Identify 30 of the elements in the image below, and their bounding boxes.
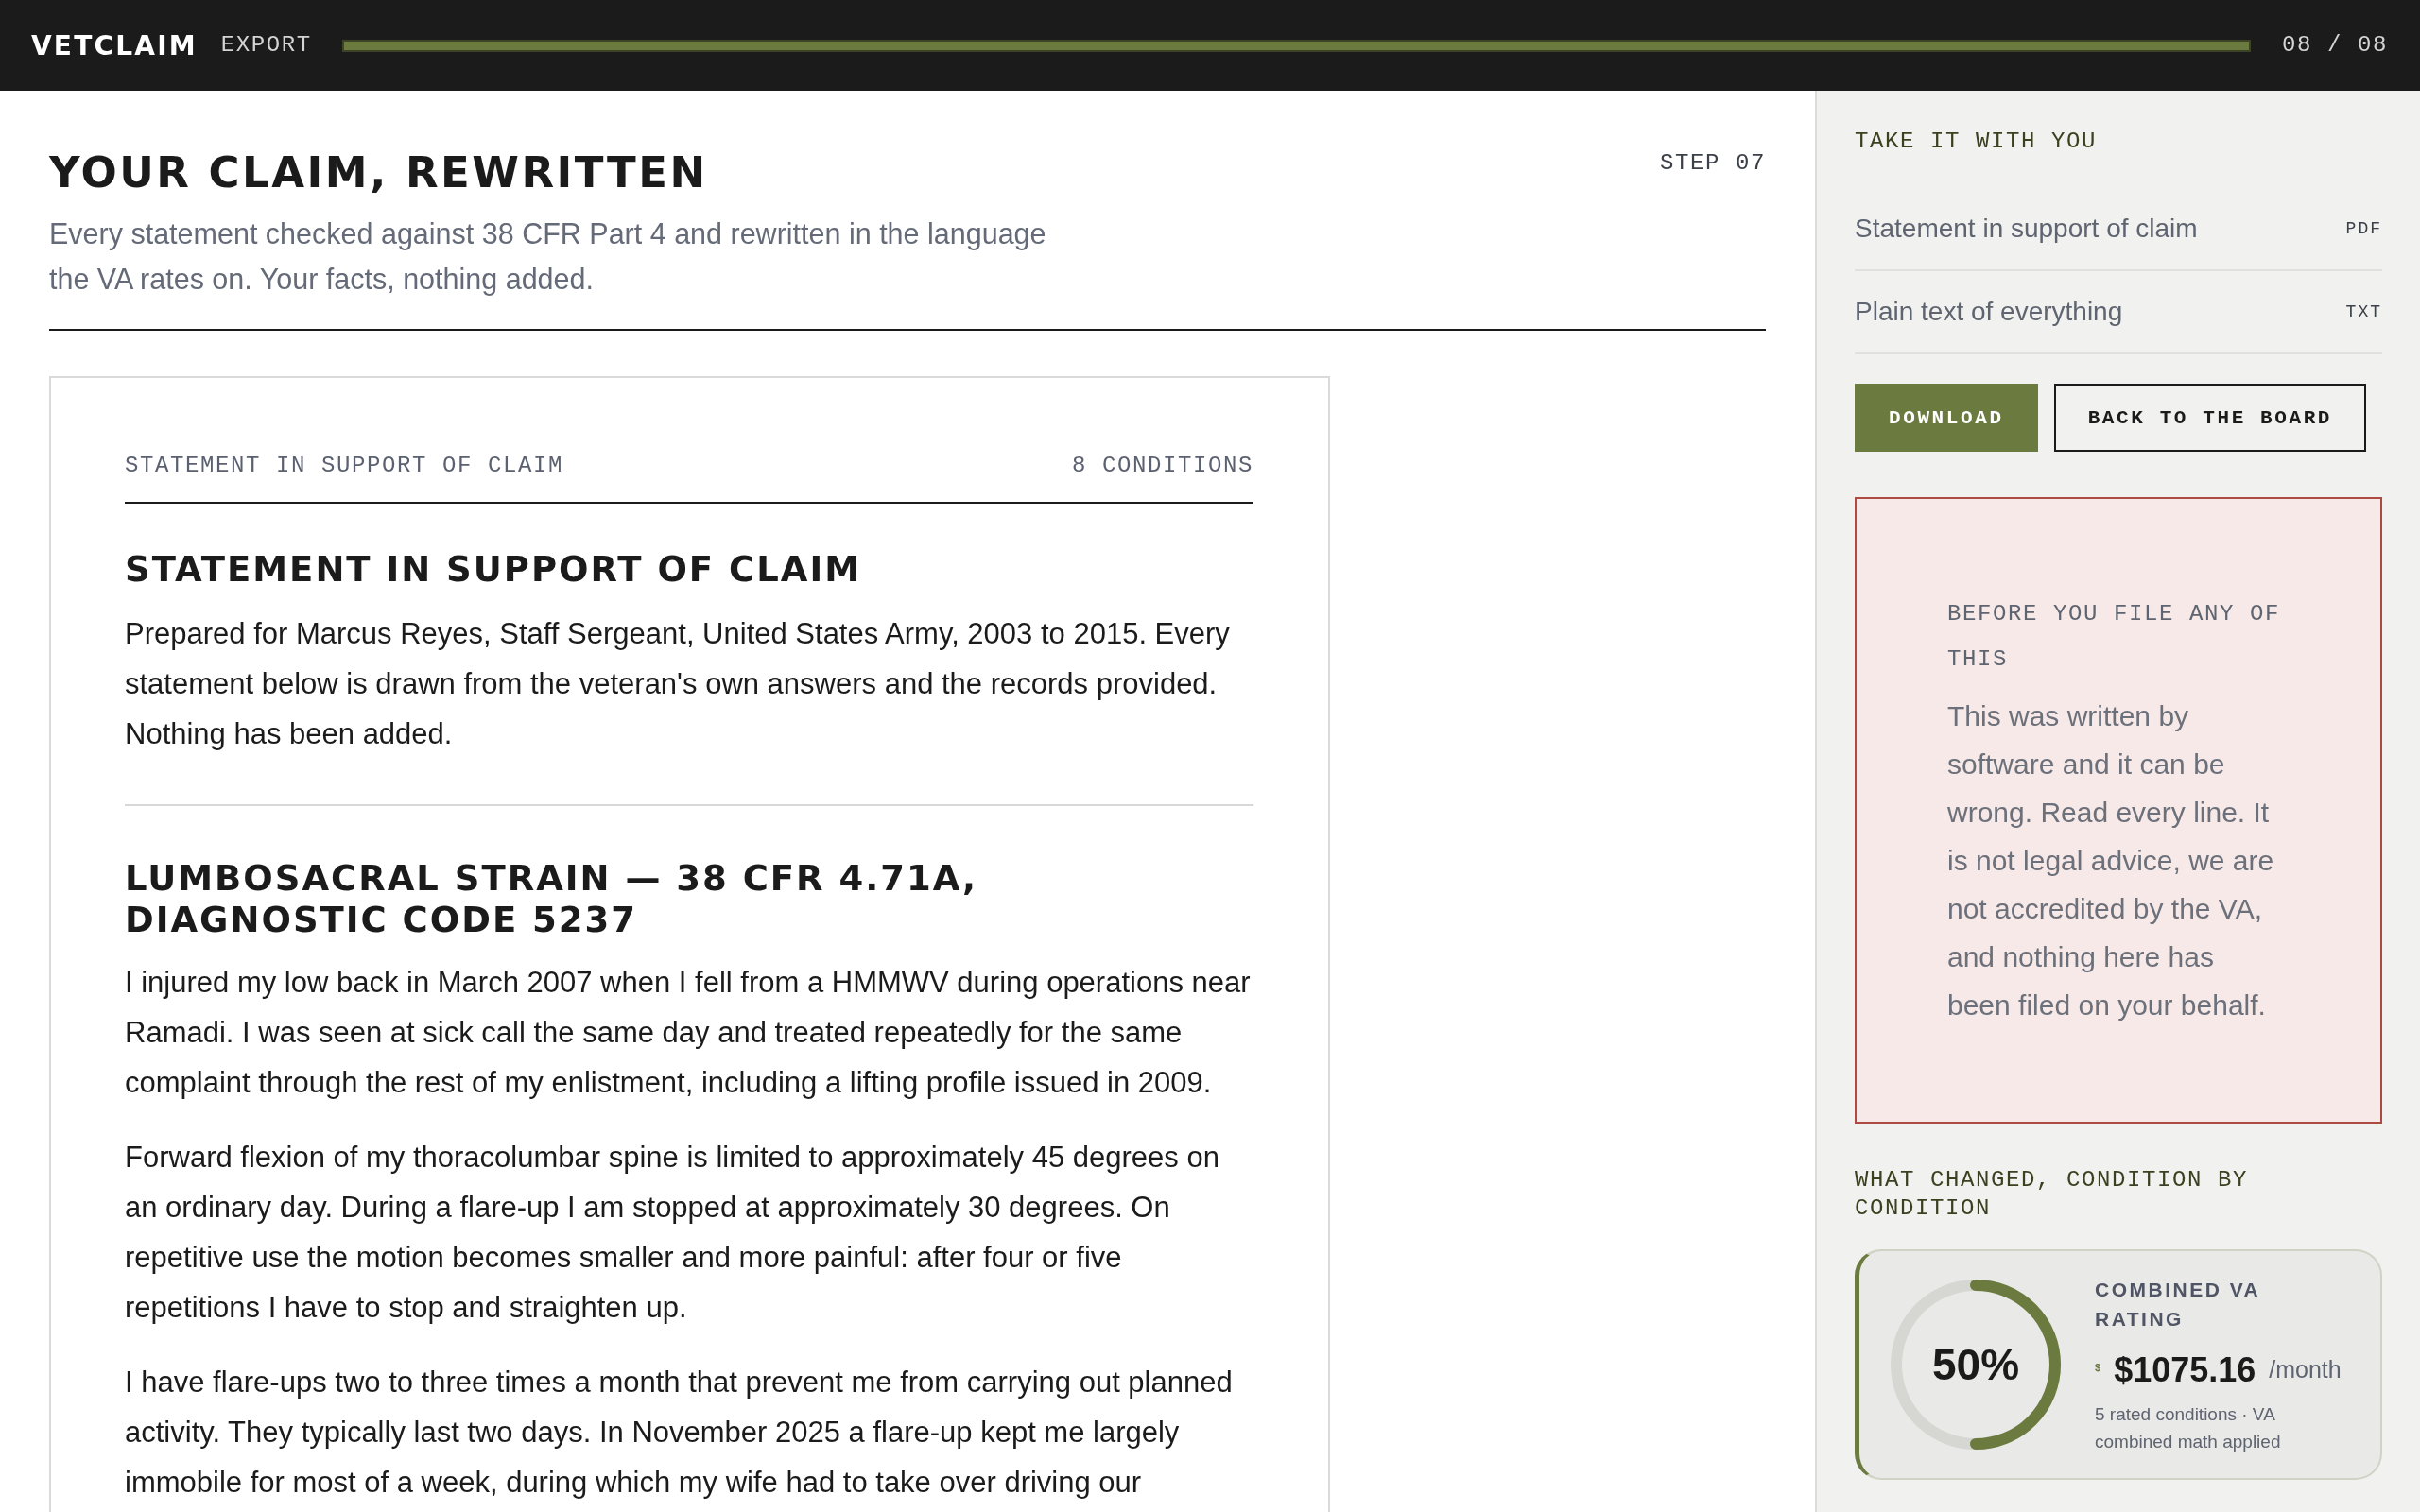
body-paragraph: Forward flexion of my thoracolumbar spine is limited to approximately 45 degrees on an ordinary day. During a flare-up I am stopped at approximately 30 degrees. On repetitive use the motion becomes smaller and more painful: after four or five repetitions I have to stop and straighten up. (125, 1140, 1220, 1326)
rating-note: 5 rated conditions · VA combined math applied (2095, 1402, 2282, 1453)
panel-heading: TAKE IT WITH YOU (1855, 128, 2099, 156)
logo: VETCLAIM (31, 29, 198, 61)
document-label: STATEMENT IN SUPPORT OF CLAIM (125, 452, 564, 480)
file-format: TXT (2345, 302, 2382, 321)
body-paragraph: I injured my low back in March 2007 when I fell from a HMMWV during operations near Ramadi. I was seen at sick call the same day and treated repeatedly for the same complaint through the rest of my enlistment, including a lifting profile issued in 2009. (125, 965, 1252, 1101)
currency-symbol: $ (2095, 1361, 2101, 1373)
condition-count: 8 CONDITIONS (1071, 452, 1253, 480)
step-counter: 08 / 08 (2281, 31, 2388, 60)
page-title: YOUR CLAIM, REWRITTEN (49, 147, 709, 198)
warning-label: BEFORE YOU FILE ANY OF THIS (1947, 600, 2282, 674)
period-label: /month (2269, 1356, 2342, 1383)
section-label: EXPORT (220, 31, 312, 60)
step-label: STEP 07 (1659, 149, 1766, 178)
download-button[interactable]: DOWNLOAD (1855, 384, 2038, 452)
file-name: Plain text of everything (1855, 296, 2123, 328)
body-paragraph: Prepared for Marcus Reyes, Staff Sergeant, United States Army, 2003 to 2015. Every statement below is drawn from the veteran's own answers and the records provided. Nothing has been added. (125, 616, 1231, 752)
section-heading: STATEMENT IN SUPPORT OF CLAIM (125, 549, 862, 591)
body-paragraph: I have flare-ups two to three times a month that prevent me from carrying out planned activity. They typically last two days. In November 2025 a flare-up kept me largely immobile for most of a week, during which my wife had to take over driving our (125, 1365, 1234, 1501)
file-name: Statement in support of claim (1855, 213, 2198, 245)
back-button[interactable]: BACK TO THE BOARD (2053, 384, 2367, 452)
rating-percent: 50% (1931, 1339, 2020, 1390)
monthly-amount: $1075.16 (2114, 1349, 2256, 1391)
section-heading: LUMBOSACRAL STRAIN — 38 CFR 4.71A, DIAGNOSTIC CODE 5237 (125, 858, 979, 941)
warning-text: This was written by software and it can be wrong. Read every line. It is not legal advice, we are not accredited by the VA, and nothing here has been filed on your behalf. (1947, 699, 2275, 1022)
changes-heading: WHAT CHANGED, CONDITION BY CONDITION (1855, 1166, 2250, 1223)
file-format: PDF (2345, 219, 2382, 238)
page-subtitle: Every statement checked against 38 CFR Part 4 and rewritten in the language the VA rates on. Your facts, nothing added. (49, 216, 1047, 298)
rating-label: COMBINED VA RATING (2095, 1277, 2261, 1332)
